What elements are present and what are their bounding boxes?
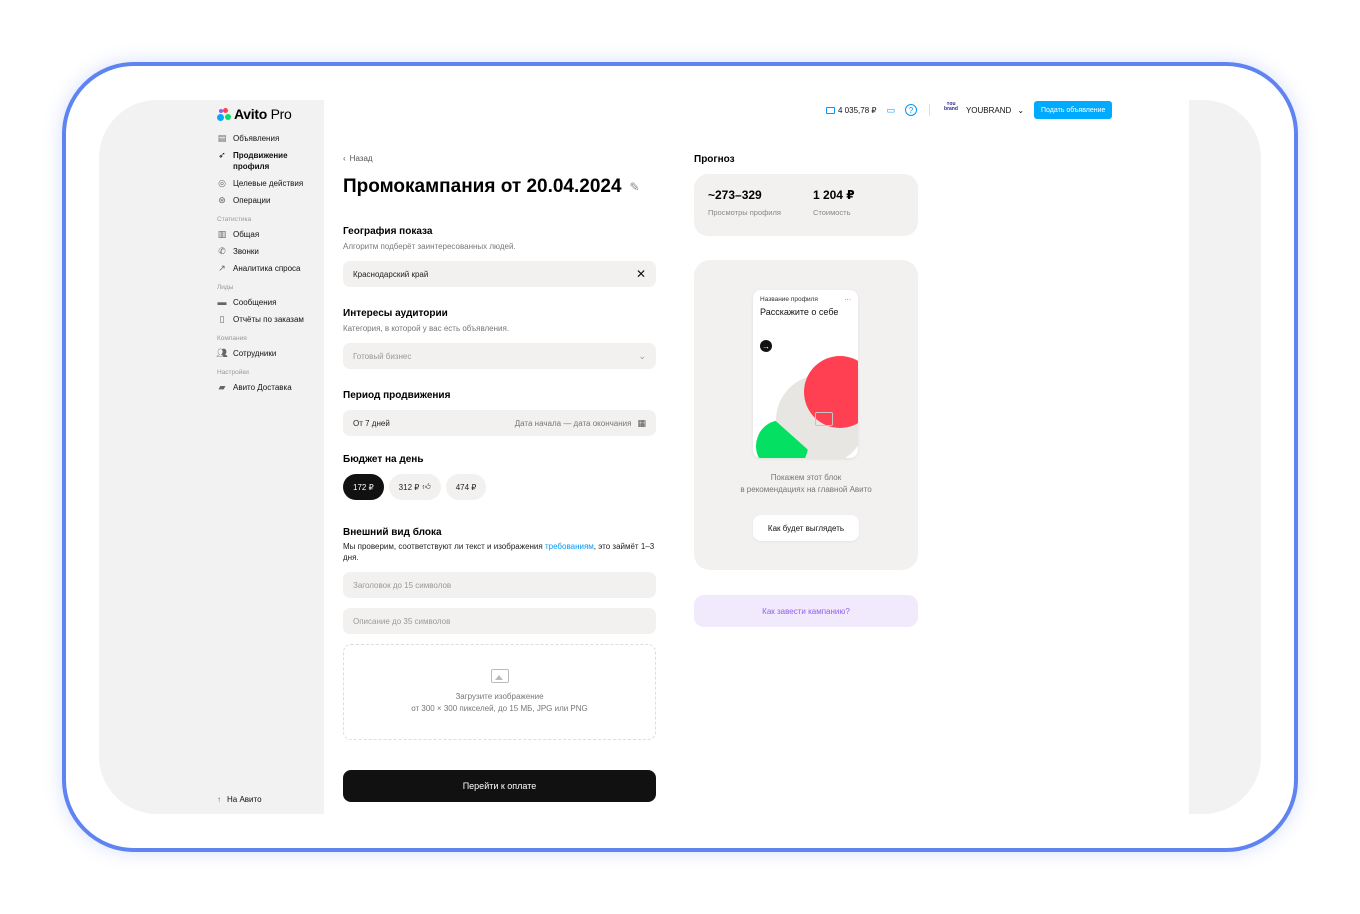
budget-option[interactable]: 172 ₽ — [343, 474, 384, 500]
users-icon: 👥︎ — [216, 347, 228, 358]
budget-option[interactable]: 474 ₽ — [445, 474, 487, 500]
logo-brand: Avito — [234, 106, 267, 122]
sidebar-item-delivery[interactable]: ▰ Авито Доставка — [217, 382, 322, 393]
chevron-down-icon: ⌄ — [638, 350, 646, 361]
balance[interactable]: 4 035,78 ₽ — [826, 106, 876, 115]
clear-icon[interactable]: ✕ — [636, 267, 646, 281]
app-screen: Avito Pro ▤ Объявления ➶ Продвижение про… — [99, 100, 1261, 814]
forecast-heading: Прогноз — [694, 154, 735, 165]
arrow-up-icon: ↑ — [217, 795, 221, 804]
operations-icon: ⊛ — [218, 194, 226, 205]
block-description-input[interactable]: Описание до 35 символов — [343, 608, 656, 634]
arrow-right-icon: → — [760, 340, 772, 352]
edit-icon[interactable]: ✎ — [630, 180, 640, 194]
period-field[interactable]: От 7 дней Дата начала — дата окончания ▦ — [343, 410, 656, 436]
interests-section: Интересы аудитории Категория, в которой … — [343, 308, 656, 369]
listing-icon: ▤ — [217, 132, 227, 143]
page-title: Промокампания от 20.04.2024 ✎ — [343, 176, 640, 197]
wallet-icon — [826, 106, 835, 114]
account-switcher[interactable]: You brand YOUBRAND ⌄ — [942, 102, 1024, 118]
forecast-cost: 1 204 ₽ Стоимость — [812, 188, 855, 217]
sidebar-item-operations[interactable]: ⊛ Операции — [217, 195, 322, 206]
back-link[interactable]: ‹ Назад — [343, 154, 373, 163]
interests-select[interactable]: Готовый бизнес ⌄ — [343, 343, 656, 369]
image-icon — [490, 669, 509, 683]
trend-icon: ↗ — [218, 262, 226, 273]
sidebar-item-listings[interactable]: ▤ Объявления — [217, 133, 322, 144]
help-icon[interactable]: ? — [904, 104, 917, 116]
block-preview: Название профиля ··· Расскажите о себе →… — [694, 260, 918, 570]
sidebar-section-settings: Настройки — [217, 369, 249, 376]
image-upload[interactable]: Загрузите изображение от 300 × 300 пиксе… — [343, 644, 656, 740]
geo-field[interactable]: Краснодарский край ✕ — [343, 261, 656, 287]
sidebar-item-messages[interactable]: ▬ Сообщения — [217, 297, 322, 308]
rocket-icon: ➶ — [218, 149, 226, 160]
geo-section: География показа Алгоритм подберёт заинт… — [343, 226, 656, 287]
date-range-input[interactable]: Дата начала — дата окончания — [515, 419, 632, 428]
forecast-views: ~273–329 Просмотры профиля — [708, 188, 781, 217]
sidebar-item-target-actions[interactable]: ◎ Целевые действия — [217, 178, 322, 189]
chevron-down-icon: ⌄ — [1017, 105, 1025, 115]
requirements-link[interactable]: требованиям — [545, 542, 594, 551]
sidebar-section-leads: Лиды — [217, 284, 234, 291]
how-to-campaign-link[interactable]: Как завести кампанию? — [694, 595, 918, 627]
phone-icon: ✆ — [218, 245, 226, 256]
document-icon: ▯ — [219, 313, 225, 324]
forecast-card: ~273–329 Просмотры профиля 1 204 ₽ Стоим… — [694, 174, 918, 236]
more-icon: ··· — [844, 296, 852, 303]
back-to-avito-link[interactable]: ↑ На Авито — [217, 795, 262, 804]
target-icon: ◎ — [218, 177, 226, 188]
sidebar-item-stats-general[interactable]: ▥ Общая — [217, 229, 322, 240]
avito-logo-icon — [217, 107, 231, 121]
truck-icon: ▰ — [218, 381, 226, 392]
block-title-input[interactable]: Заголовок до 15 символов — [343, 572, 656, 598]
logo-suffix: Pro — [266, 106, 292, 122]
monitor-icon[interactable]: ▭ — [886, 105, 895, 116]
sidebar-section-company: Компания — [217, 335, 247, 342]
sidebar-item-employees[interactable]: 👥︎ Сотрудники — [216, 347, 322, 359]
thumb-up-icon: 👍︎ — [422, 482, 431, 491]
appearance-section: Внешний вид блока Мы проверим, соответст… — [343, 527, 656, 740]
image-placeholder-icon — [815, 412, 833, 426]
preview-button[interactable]: Как будет выглядеть — [753, 515, 859, 541]
budget-options: 172 ₽ 312 ₽ 👍︎ 474 ₽ — [343, 474, 656, 500]
post-listing-button[interactable]: Подать объявление — [1034, 101, 1113, 119]
sidebar-section-stats: Статистика — [217, 216, 252, 223]
chevron-left-icon: ‹ — [343, 154, 346, 163]
sidebar-item-demand-analytics[interactable]: ↗ Аналитика спроса — [217, 263, 322, 274]
bar-chart-icon: ▥ — [217, 228, 227, 239]
sidebar-item-calls[interactable]: ✆ Звонки — [217, 246, 322, 257]
budget-option[interactable]: 312 ₽ 👍︎ — [388, 474, 441, 500]
sidebar-item-order-reports[interactable]: ▯ Отчёты по заказам — [217, 314, 322, 325]
period-section: Период продвижения От 7 дней Дата начала… — [343, 390, 656, 436]
avito-pro-logo[interactable]: Avito Pro — [217, 106, 292, 122]
calendar-icon[interactable]: ▦ — [637, 418, 646, 429]
budget-section: Бюджет на день 172 ₽ 312 ₽ 👍︎ 474 ₽ — [343, 454, 656, 500]
sidebar-nav: ▤ Объявления ➶ Продвижение профиля ◎ Цел… — [216, 133, 322, 399]
header-divider — [928, 104, 930, 116]
top-header: 4 035,78 ₽ ▭ ? You brand YOUBRAND ⌄ Пода… — [826, 100, 1113, 120]
go-to-payment-button[interactable]: Перейти к оплате — [343, 770, 656, 802]
preview-card: Название профиля ··· Расскажите о себе → — [753, 290, 858, 458]
sidebar-item-promotion[interactable]: ➶ Продвижение профиля — [217, 150, 322, 172]
brand-logo: You brand — [944, 102, 958, 112]
chat-icon: ▬ — [217, 296, 227, 307]
